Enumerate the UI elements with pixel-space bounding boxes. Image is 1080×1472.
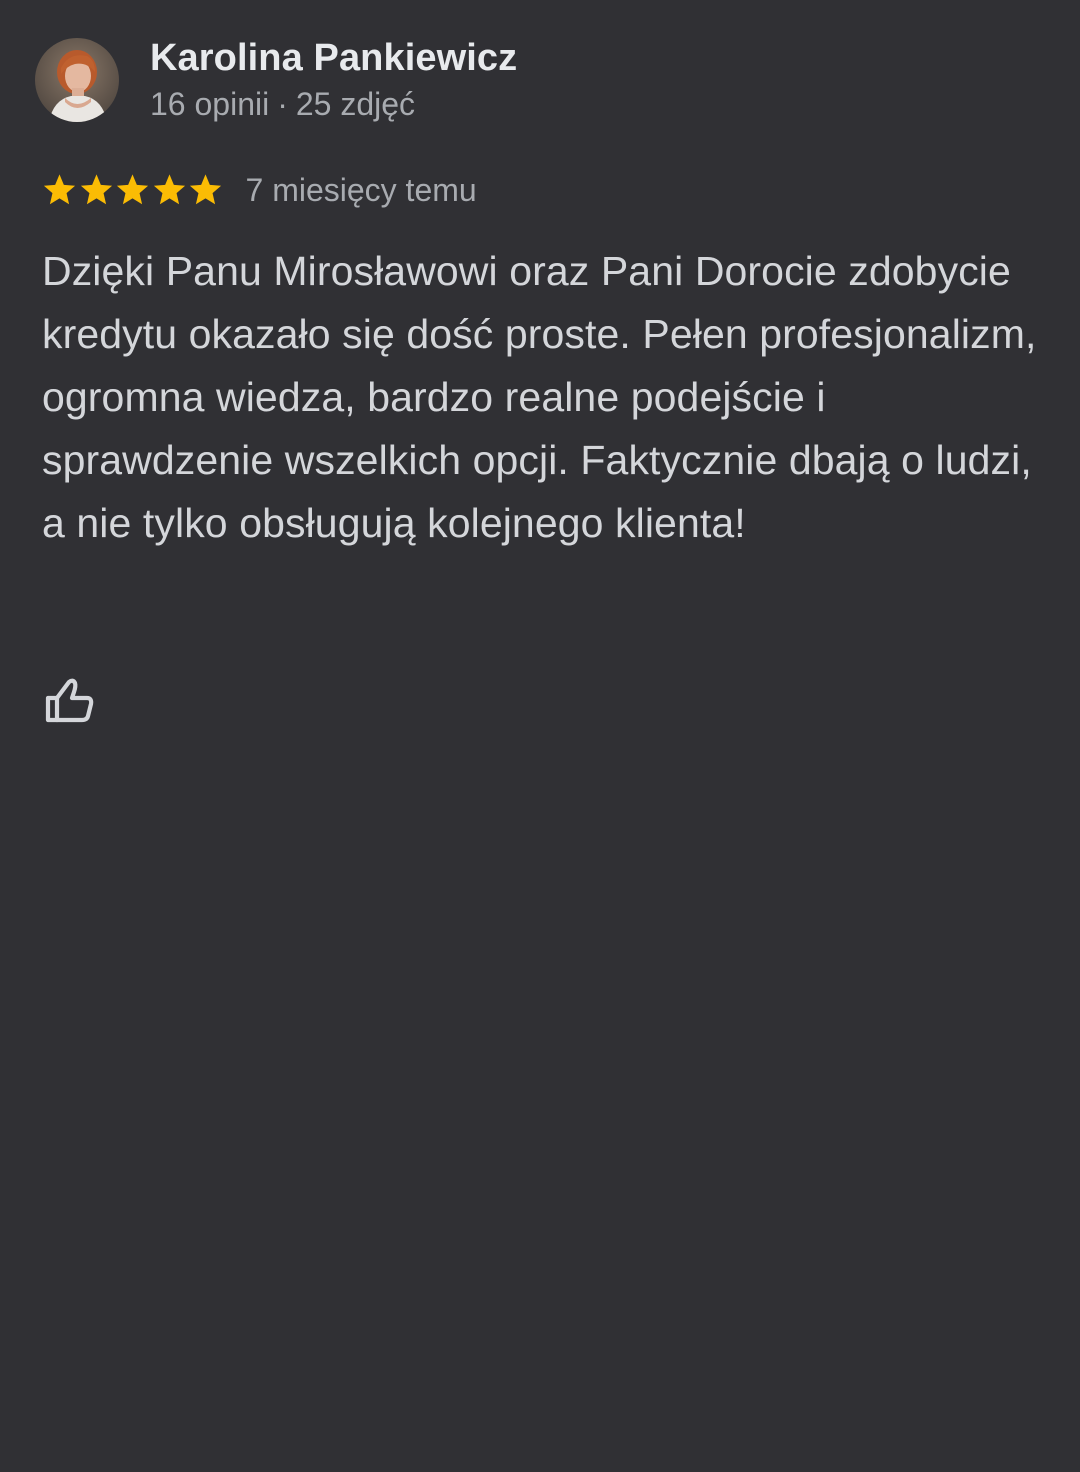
avatar[interactable] [35, 38, 119, 122]
like-button[interactable] [42, 676, 96, 726]
star-icon [43, 174, 76, 205]
author-name[interactable]: Karolina Pankiewicz [150, 38, 517, 78]
photos-count: 25 zdjęć [295, 86, 416, 122]
review-card: Karolina Pankiewicz 16 opinii · 25 zdjęć 7… [0, 0, 1080, 1472]
star-rating [41, 172, 224, 208]
meta-separator: · [277, 86, 288, 122]
reviews-count: 16 opinii [150, 86, 270, 122]
author-info: Karolina Pankiewicz 16 opinii · 25 zdjęć [150, 38, 517, 122]
thumb-up-icon [45, 678, 94, 723]
author-meta: 16 opinii · 25 zdjęć [150, 86, 517, 122]
review-time: 7 miesięcy temu [245, 172, 477, 208]
star-icon [80, 174, 112, 205]
rating-row: 7 miesięcy temu [41, 170, 477, 210]
review-header: Karolina Pankiewicz 16 opinii · 25 zdjęć [35, 38, 517, 122]
star-icon [153, 174, 185, 205]
review-text: Dzięki Panu Mirosławowi oraz Pani Doroci… [42, 248, 1037, 546]
star-icon [116, 174, 149, 205]
avatar-photo [35, 38, 119, 122]
star-icon [189, 174, 222, 205]
